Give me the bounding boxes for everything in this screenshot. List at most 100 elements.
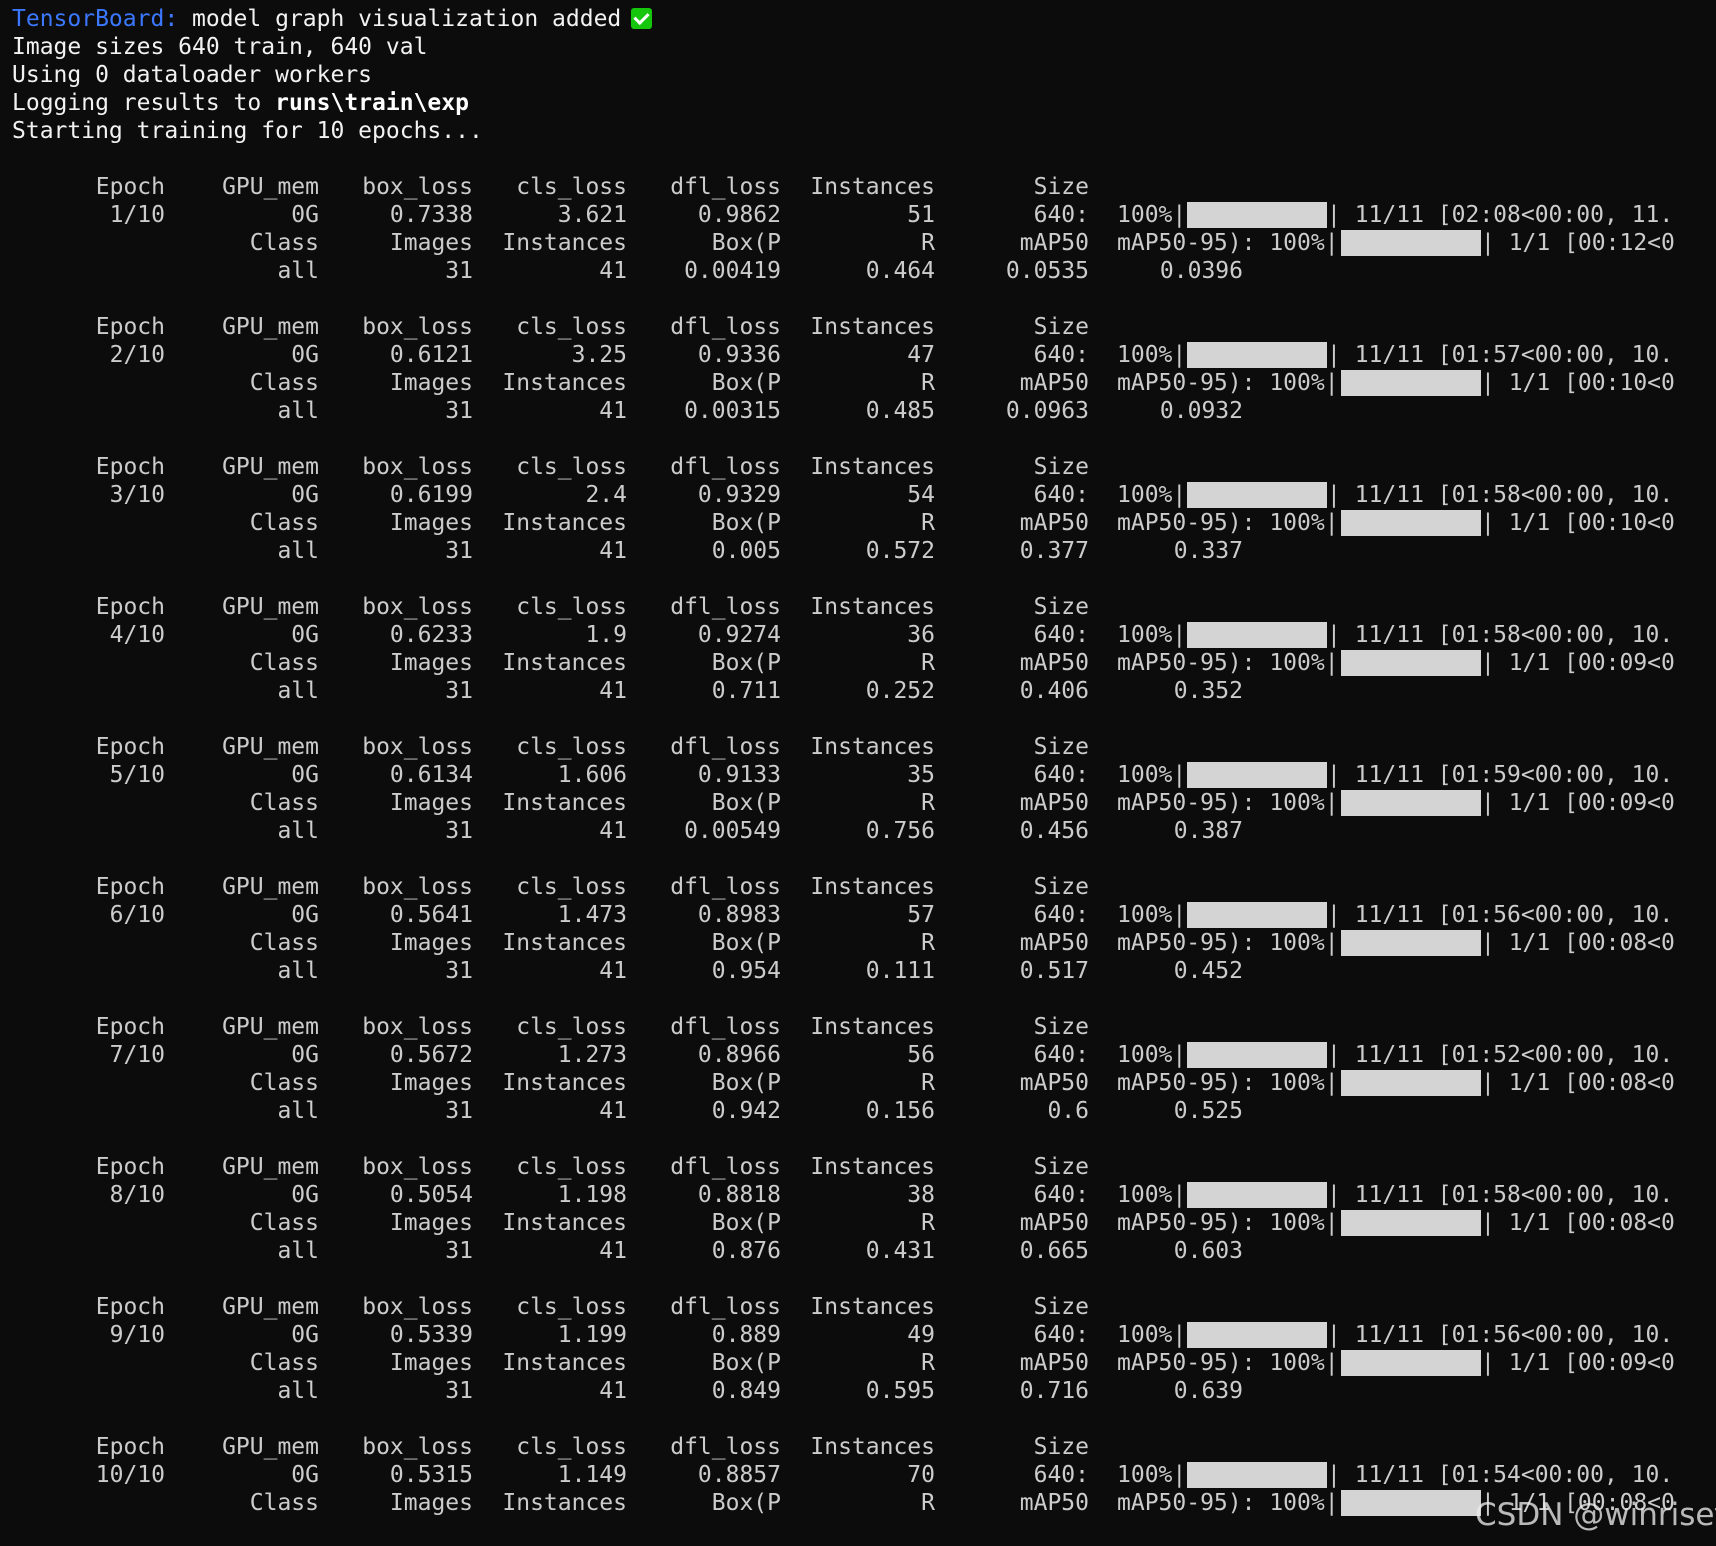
train-progress-bar <box>1187 1462 1327 1488</box>
train-header-box_loss: box_loss <box>362 1294 473 1320</box>
train-header-epoch: Epoch <box>95 1294 165 1320</box>
val-header-images: Images <box>389 1070 473 1096</box>
val-value-instances: 41 <box>599 398 627 424</box>
val-value-r: 0.252 <box>865 678 935 704</box>
train-progress-percent: 100%| <box>1117 622 1187 648</box>
train-value-instances: 47 <box>907 342 935 368</box>
val-header-map50: mAP50 <box>1019 370 1089 396</box>
train-value-cls_loss: 2.4 <box>585 482 627 508</box>
train-progress-percent: 100%| <box>1117 342 1187 368</box>
val-header-map50: mAP50 <box>1019 790 1089 816</box>
train-header-instances: Instances <box>810 1014 935 1040</box>
val-header-instances: Instances <box>502 370 627 396</box>
val-value-map50: 0.406 <box>1019 678 1089 704</box>
val-header-instances: Instances <box>502 650 627 676</box>
val-header-instances: Instances <box>502 930 627 956</box>
train-value-instances: 51 <box>907 202 935 228</box>
train-progress-bar <box>1187 342 1327 368</box>
train-value-box_loss: 0.5339 <box>389 1322 473 1348</box>
val-header-box_p: Box(P <box>711 230 781 256</box>
val-progress-bar <box>1341 1210 1481 1236</box>
val-value-images: 31 <box>445 958 473 984</box>
val-value-map50-95: 0.603 <box>1173 1238 1243 1264</box>
val-header-r: R <box>921 930 935 956</box>
val-value-class: all <box>277 678 319 704</box>
train-header-gpu_mem: GPU_mem <box>222 874 319 900</box>
val-value-box_p: 0.954 <box>711 958 781 984</box>
val-progress-bar <box>1341 930 1481 956</box>
train-value-size: 640: <box>1033 762 1089 788</box>
val-header-instances: Instances <box>502 1070 627 1096</box>
val-header-map50-95: mAP50-95): 100%| <box>1117 650 1339 676</box>
val-progress-bar <box>1341 510 1481 536</box>
train-value-cls_loss: 1.198 <box>557 1182 627 1208</box>
train-value-dfl_loss: 0.8966 <box>697 1042 781 1068</box>
train-header-epoch: Epoch <box>95 594 165 620</box>
val-value-images: 31 <box>445 818 473 844</box>
val-header-images: Images <box>389 1490 473 1516</box>
train-header-gpu_mem: GPU_mem <box>222 594 319 620</box>
val-value-map50: 0.665 <box>1019 1238 1089 1264</box>
val-value-images: 31 <box>445 1378 473 1404</box>
train-value-dfl_loss: 0.8857 <box>697 1462 781 1488</box>
train-progress-percent: 100%| <box>1117 1462 1187 1488</box>
val-value-r: 0.485 <box>865 398 935 424</box>
train-header-cls_loss: cls_loss <box>516 1434 627 1460</box>
val-header-map50: mAP50 <box>1019 1490 1089 1516</box>
train-header-gpu_mem: GPU_mem <box>222 1294 319 1320</box>
val-value-class: all <box>277 398 319 424</box>
train-value-dfl_loss: 0.9133 <box>697 762 781 788</box>
val-value-map50: 0.456 <box>1019 818 1089 844</box>
dataloader-line: Using 0 dataloader workers <box>12 62 373 88</box>
train-value-epoch: 6/10 <box>109 902 165 928</box>
train-value-size: 640: <box>1033 1322 1089 1348</box>
val-value-instances: 41 <box>599 1378 627 1404</box>
train-header-instances: Instances <box>810 174 935 200</box>
train-header-gpu_mem: GPU_mem <box>222 174 319 200</box>
train-progress-bar <box>1187 1182 1327 1208</box>
logging-path: runs\train\exp <box>275 90 469 116</box>
val-header-images: Images <box>389 370 473 396</box>
train-value-instances: 54 <box>907 482 935 508</box>
train-header-box_loss: box_loss <box>362 594 473 620</box>
train-header-size: Size <box>1033 454 1089 480</box>
train-header-epoch: Epoch <box>95 454 165 480</box>
train-header-instances: Instances <box>810 594 935 620</box>
val-header-map50: mAP50 <box>1019 1070 1089 1096</box>
val-header-box_p: Box(P <box>711 650 781 676</box>
train-header-cls_loss: cls_loss <box>516 1154 627 1180</box>
train-header-epoch: Epoch <box>95 1014 165 1040</box>
val-progress-status: | 1/1 [00:08<0 <box>1481 1070 1675 1096</box>
val-value-class: all <box>277 1238 319 1264</box>
terminal-window: TensorBoard: model graph visualization a… <box>0 0 1716 1546</box>
train-value-cls_loss: 3.25 <box>571 342 627 368</box>
val-header-box_p: Box(P <box>711 790 781 816</box>
val-value-instances: 41 <box>599 958 627 984</box>
train-header-box_loss: box_loss <box>362 1014 473 1040</box>
val-header-map50-95: mAP50-95): 100%| <box>1117 1350 1339 1376</box>
train-value-dfl_loss: 0.8983 <box>697 902 781 928</box>
val-header-r: R <box>921 230 935 256</box>
val-header-r: R <box>921 1210 935 1236</box>
train-header-size: Size <box>1033 1294 1089 1320</box>
val-value-map50: 0.716 <box>1019 1378 1089 1404</box>
train-progress-status: | 11/11 [01:56<00:00, 10. <box>1327 1322 1674 1348</box>
train-header-size: Size <box>1033 314 1089 340</box>
logging-line: Logging results to runs\train\exp <box>12 89 469 117</box>
val-progress-bar <box>1341 1350 1481 1376</box>
train-value-instances: 56 <box>907 1042 935 1068</box>
val-header-instances: Instances <box>502 790 627 816</box>
val-header-map50: mAP50 <box>1019 230 1089 256</box>
train-header-cls_loss: cls_loss <box>516 314 627 340</box>
val-progress-status: | 1/1 [00:09<0 <box>1481 650 1675 676</box>
train-header-gpu_mem: GPU_mem <box>222 454 319 480</box>
val-header-instances: Instances <box>502 1490 627 1516</box>
train-progress-status: | 11/11 [01:52<00:00, 10. <box>1327 1042 1674 1068</box>
train-value-epoch: 8/10 <box>109 1182 165 1208</box>
val-progress-bar <box>1341 1490 1481 1516</box>
train-value-instances: 38 <box>907 1182 935 1208</box>
train-value-cls_loss: 1.199 <box>557 1322 627 1348</box>
train-value-cls_loss: 1.606 <box>557 762 627 788</box>
val-header-images: Images <box>389 510 473 536</box>
val-progress-status: | 1/1 [00:10<0 <box>1481 370 1675 396</box>
